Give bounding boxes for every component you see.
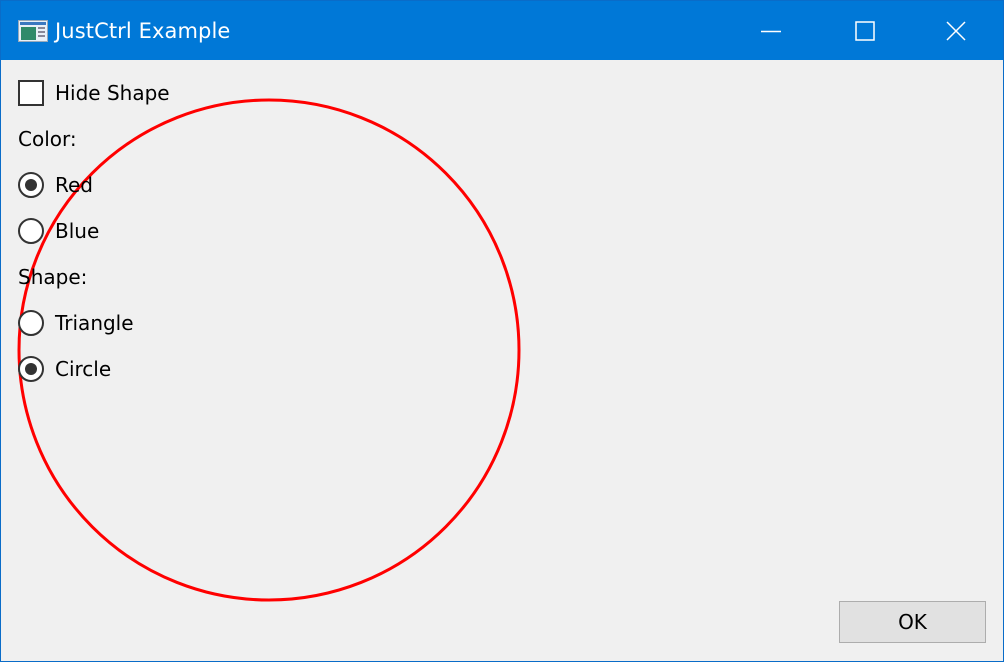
maximize-button[interactable] xyxy=(818,1,912,60)
window-app-icon xyxy=(18,20,48,42)
shape-radio-circle-button[interactable] xyxy=(18,356,44,382)
color-blue-label: Blue xyxy=(55,219,100,243)
red-circle-shape xyxy=(17,98,521,602)
shape-circle-label: Circle xyxy=(55,357,112,381)
color-red-label: Red xyxy=(55,173,93,197)
close-button[interactable] xyxy=(909,1,1003,60)
color-radio-blue-button[interactable] xyxy=(18,218,44,244)
shape-section-label: Shape: xyxy=(18,265,88,289)
title-bar[interactable]: JustCtrl Example xyxy=(1,1,1003,60)
close-icon xyxy=(946,20,966,41)
app-window: JustCtrl Example Hide Shape Color: Red B… xyxy=(0,0,1004,662)
ok-button[interactable]: OK xyxy=(839,601,986,643)
minimize-icon xyxy=(761,30,781,32)
shape-canvas xyxy=(17,98,521,602)
color-radio-red[interactable]: Red xyxy=(18,171,93,199)
shape-triangle-label: Triangle xyxy=(55,311,134,335)
color-radio-red-button[interactable] xyxy=(18,172,44,198)
color-section-label: Color: xyxy=(18,127,77,151)
hide-shape-checkbox[interactable]: Hide Shape xyxy=(18,79,170,107)
hide-shape-checkbox-box[interactable] xyxy=(18,80,44,106)
shape-radio-triangle-button[interactable] xyxy=(18,310,44,336)
hide-shape-label: Hide Shape xyxy=(55,81,170,105)
client-area: Hide Shape Color: Red Blue Shape: Triang… xyxy=(1,60,1003,661)
maximize-icon xyxy=(855,20,875,41)
shape-radio-triangle[interactable]: Triangle xyxy=(18,309,134,337)
shape-radio-circle[interactable]: Circle xyxy=(18,355,111,383)
color-radio-blue[interactable]: Blue xyxy=(18,217,99,245)
minimize-button[interactable] xyxy=(724,1,818,60)
window-title: JustCtrl Example xyxy=(55,19,231,43)
